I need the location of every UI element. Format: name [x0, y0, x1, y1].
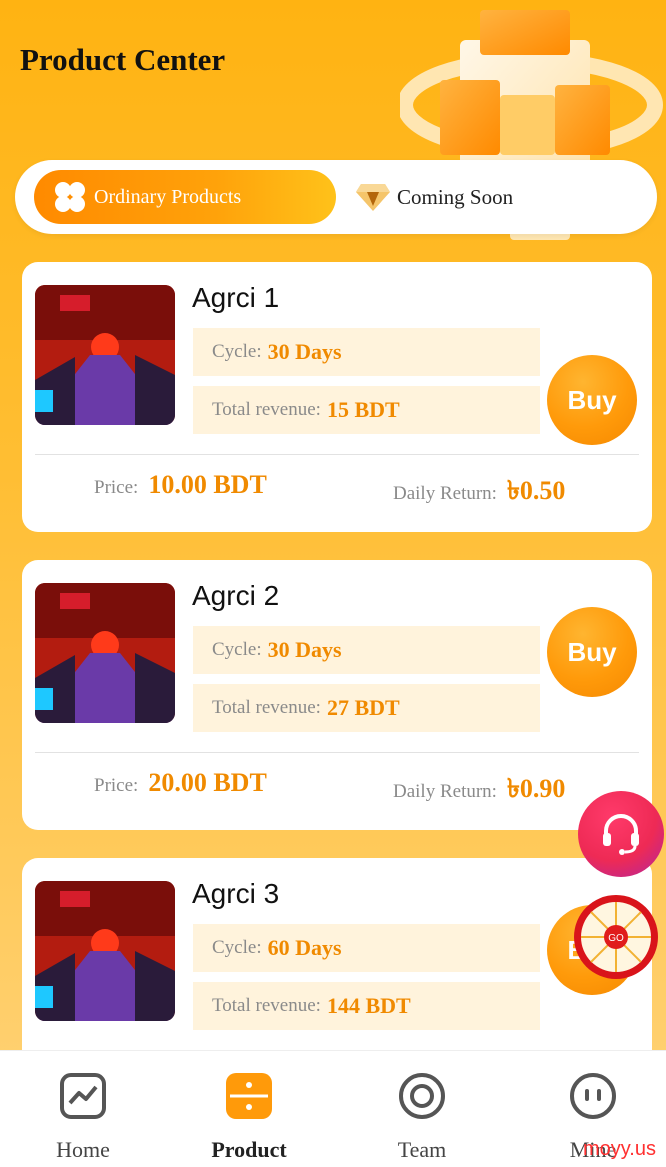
product-name: Agrci 3	[192, 878, 280, 909]
page-title: Product Center	[20, 42, 226, 77]
cycle-label: Cycle:	[212, 937, 262, 958]
daily-return: Daily Return: ৳0.90	[393, 768, 565, 812]
daily-return-label: Daily Return:	[393, 781, 497, 802]
price: Price: 10.00 BDT	[94, 470, 267, 500]
cycle-value: 30 Days	[267, 637, 342, 662]
daily-return-value: ৳0.90	[506, 774, 566, 803]
customer-support-button[interactable]	[578, 791, 664, 877]
tab-ordinary-products[interactable]: Ordinary Products	[34, 170, 336, 224]
daily-return: Daily Return: ৳0.50	[393, 470, 565, 514]
product-thumbnail	[35, 285, 175, 425]
price: Price: 20.00 BDT	[94, 768, 267, 798]
wheel-go-label: GO	[608, 933, 624, 944]
product-thumbnail	[35, 881, 175, 1021]
product-grid-icon	[226, 1073, 272, 1119]
product-name: Agrci 2	[192, 580, 280, 611]
price-value: 20.00 BDT	[148, 768, 267, 797]
watermark: moyy.us	[583, 1138, 656, 1160]
cycle-label: Cycle:	[212, 341, 262, 362]
target-icon	[399, 1073, 445, 1119]
revenue-row: Total revenue: 144 BDT	[193, 982, 540, 1030]
revenue-label: Total revenue:	[212, 697, 321, 718]
revenue-row: Total revenue: 27 BDT	[193, 684, 540, 732]
product-tabs: Ordinary Products Coming Soon	[15, 160, 657, 234]
revenue-label: Total revenue:	[212, 995, 321, 1016]
cycle-label: Cycle:	[212, 639, 262, 660]
nav-item-team[interactable]: Team	[339, 1051, 505, 1167]
revenue-value: 144 BDT	[326, 993, 411, 1018]
lucky-wheel-button[interactable]: GO	[572, 893, 660, 981]
cycle-value: 60 Days	[267, 935, 342, 960]
chart-line-icon	[60, 1073, 106, 1119]
cycle-row: Cycle: 30 Days	[193, 328, 540, 376]
cycle-value: 30 Days	[267, 339, 342, 364]
nav-label: Team	[397, 1137, 447, 1162]
product-name: Agrci 1	[192, 282, 280, 313]
revenue-label: Total revenue:	[212, 399, 321, 420]
price-label: Price:	[94, 775, 139, 796]
product-thumbnail	[35, 583, 175, 723]
face-icon	[570, 1073, 616, 1119]
daily-return-value: ৳0.50	[506, 476, 566, 505]
tab-label: Ordinary Products	[94, 185, 242, 208]
cycle-row: Cycle: 60 Days	[193, 924, 540, 972]
tab-coming-soon[interactable]: Coming Soon	[355, 170, 513, 224]
clover-icon	[55, 182, 85, 212]
revenue-row: Total revenue: 15 BDT	[193, 386, 540, 434]
product-card: Agrci 1 Cycle: 30 Days Total revenue: 15…	[22, 262, 652, 532]
price-label: Price:	[94, 477, 139, 498]
price-value: 10.00 BDT	[148, 470, 267, 499]
product-card: Agrci 2 Cycle: 30 Days Total revenue: 27…	[22, 560, 652, 830]
divider	[35, 454, 639, 455]
buy-button[interactable]: Buy	[547, 355, 637, 445]
nav-label: Home	[56, 1137, 110, 1162]
bottom-nav: Home Product Team Mine	[0, 1050, 666, 1167]
diamond-icon	[356, 184, 390, 211]
headset-icon	[603, 814, 639, 855]
prize-wheel-icon: GO	[574, 895, 658, 979]
tab-label: Coming Soon	[397, 184, 514, 209]
daily-return-label: Daily Return:	[393, 483, 497, 504]
nav-label: Product	[211, 1137, 287, 1162]
revenue-value: 15 BDT	[326, 397, 400, 422]
buy-button[interactable]: Buy	[547, 607, 637, 697]
nav-item-product[interactable]: Product	[166, 1051, 332, 1167]
nav-item-home[interactable]: Home	[0, 1051, 166, 1167]
revenue-value: 27 BDT	[326, 695, 400, 720]
divider	[35, 752, 639, 753]
cycle-row: Cycle: 30 Days	[193, 626, 540, 674]
